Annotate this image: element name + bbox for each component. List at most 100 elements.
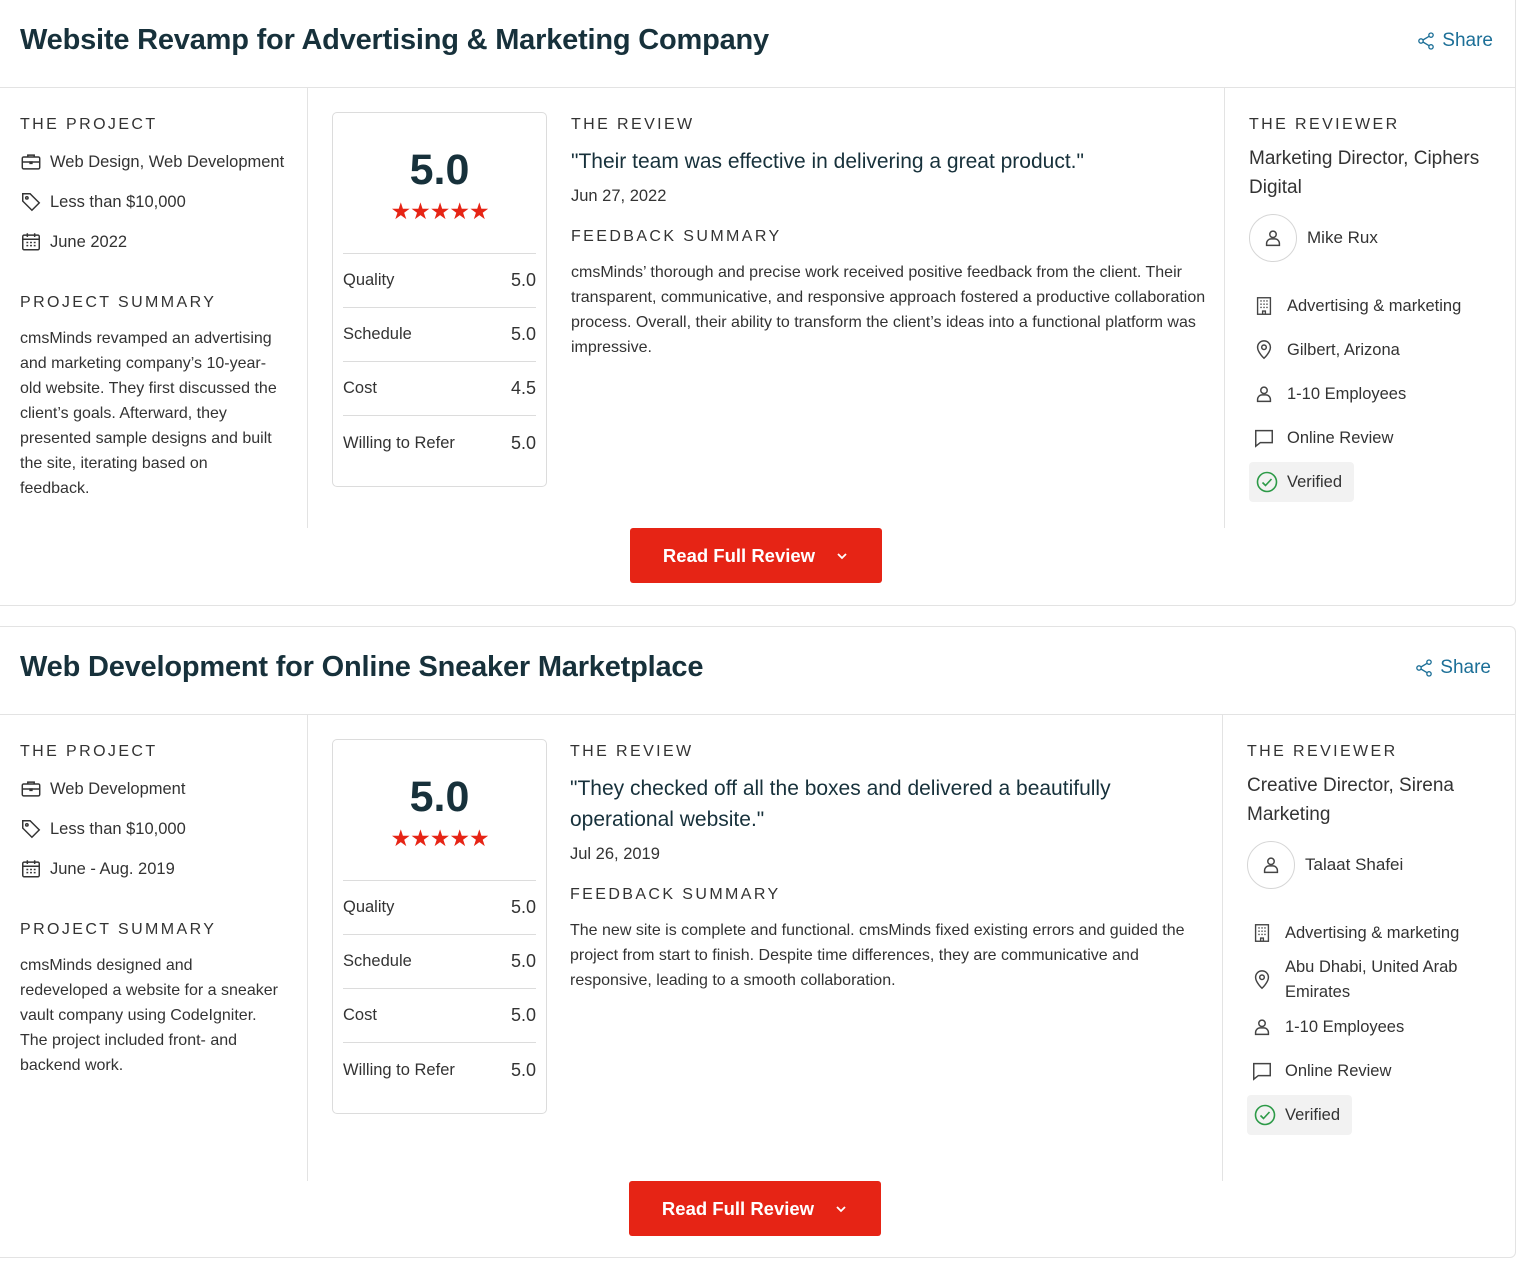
- verified-badge: Verified: [1249, 462, 1355, 502]
- project-services: Web Design, Web Development: [20, 142, 300, 182]
- divider: [1222, 715, 1223, 1181]
- rating-row-refer: Willing to Refer 5.0: [343, 432, 536, 453]
- star-icon: ★: [410, 825, 431, 851]
- review-label: THE REVIEW: [570, 743, 694, 760]
- divider: [307, 88, 308, 528]
- star-icon: ★: [449, 198, 470, 224]
- star-icon: ★: [429, 825, 451, 851]
- star-icon: ★: [410, 198, 431, 224]
- avatar: [1249, 214, 1297, 262]
- review-column: THE REVIEW "Their team was effective in …: [571, 116, 1211, 360]
- review-card-header: Website Revamp for Advertising & Marketi…: [0, 0, 1515, 88]
- verified-badge: Verified: [1247, 1095, 1353, 1135]
- divider: [307, 715, 308, 1181]
- project-summary: cmsMinds revamped an advertising and mar…: [20, 330, 277, 497]
- reviewer-review-type: Online Review: [1249, 416, 1509, 460]
- reviewer-person: Mike Rux: [1249, 214, 1509, 262]
- chevron-down-icon: [837, 552, 847, 559]
- user-icon: [1256, 386, 1272, 403]
- rating-box: 5.0 ★★★★★ Quality 5.0 Schedule 5.0 Cost 5.0…: [332, 739, 547, 1114]
- reviewer-name: Mike Rux: [1307, 228, 1378, 247]
- calendar-icon: [22, 860, 40, 878]
- project-summary-label: PROJECT SUMMARY: [20, 921, 217, 938]
- project-budget: Less than $10,000: [20, 182, 300, 222]
- reviewer-review-type: Online Review: [1247, 1049, 1507, 1093]
- project-label: THE PROJECT: [20, 116, 158, 133]
- share-label: Share: [1440, 657, 1491, 678]
- project-summary: cmsMinds designed and redeveloped a webs…: [20, 957, 278, 1074]
- share-label: Share: [1442, 30, 1493, 51]
- overall-rating: 5.0: [409, 773, 470, 821]
- tag-icon: [22, 193, 41, 212]
- star-rating: ★★★★★: [343, 199, 536, 223]
- rating-row-schedule: Schedule 5.0: [343, 935, 536, 989]
- review-date: Jun 27, 2022: [571, 187, 667, 205]
- rating-box: 5.0 ★★★★★ Quality 5.0 Schedule 5.0 Cost 4.5…: [332, 112, 547, 487]
- user-icon: [1263, 857, 1279, 874]
- reviewer-company-size: 1-10 Employees: [1249, 372, 1509, 416]
- feedback-summary: cmsMinds’ thorough and precise work rece…: [571, 264, 1206, 356]
- reviewer-role: Creative Director, Sirena Marketing: [1247, 775, 1454, 825]
- review-card: Website Revamp for Advertising & Marketi…: [0, 0, 1516, 606]
- user-icon: [1265, 230, 1281, 247]
- rating-row-quality: Quality 5.0: [343, 881, 536, 935]
- star-icon: ★: [449, 825, 470, 851]
- check-circle-icon: [1254, 1104, 1276, 1126]
- project-column: THE PROJECT Web Development Less than $1…: [20, 743, 300, 1078]
- calendar-icon: [22, 233, 40, 251]
- star-icon: ★: [468, 825, 490, 851]
- review-column: THE REVIEW "They checked off all the box…: [570, 743, 1210, 993]
- rating-row-schedule: Schedule 5.0: [343, 308, 536, 362]
- overall-rating: 5.0: [409, 146, 470, 194]
- reviewer-label: THE REVIEWER: [1247, 743, 1398, 760]
- location-pin-icon: [1256, 340, 1272, 360]
- read-full-review-button[interactable]: Read Full Review: [630, 528, 882, 583]
- read-full-review-button[interactable]: Read Full Review: [629, 1181, 881, 1236]
- review-card: Web Development for Online Sneaker Marke…: [0, 626, 1516, 1258]
- chevron-down-icon: [836, 1205, 846, 1212]
- tag-icon: [22, 820, 41, 839]
- review-card-header: Web Development for Online Sneaker Marke…: [0, 627, 1515, 715]
- review-title: Web Development for Online Sneaker Marke…: [20, 651, 704, 683]
- rating-row-cost: Cost 5.0: [343, 989, 536, 1043]
- feedback-summary-label: FEEDBACK SUMMARY: [570, 886, 781, 903]
- review-quote: "Their team was effective in delivering …: [571, 150, 1084, 173]
- reviewer-role: Marketing Director, Ciphers Digital: [1249, 148, 1480, 198]
- briefcase-icon: [21, 781, 41, 797]
- reviewer-company-size: 1-10 Employees: [1247, 1005, 1507, 1049]
- share-button[interactable]: Share: [1414, 657, 1491, 679]
- star-rating: ★★★★★: [343, 826, 536, 850]
- share-button[interactable]: Share: [1416, 30, 1493, 52]
- rating-row-refer: Willing to Refer 5.0: [343, 1059, 536, 1080]
- project-label: THE PROJECT: [20, 743, 158, 760]
- project-services: Web Development: [20, 769, 300, 809]
- chat-bubble-icon: [1255, 429, 1273, 448]
- reviewer-person: Talaat Shafei: [1247, 841, 1507, 889]
- reviewer-column: THE REVIEWER Marketing Director, Ciphers…: [1249, 116, 1509, 502]
- project-timeline: June 2022: [20, 222, 300, 262]
- star-icon: ★: [468, 198, 490, 224]
- reviewer-industry: Advertising & marketing: [1247, 911, 1507, 955]
- rating-row-quality: Quality 5.0: [343, 254, 536, 308]
- avatar: [1247, 841, 1295, 889]
- building-icon: [1256, 297, 1272, 315]
- building-icon: [1254, 924, 1270, 942]
- feedback-summary: The new site is complete and functional.…: [570, 922, 1185, 989]
- review-title: Website Revamp for Advertising & Marketi…: [20, 24, 769, 56]
- review-date: Jul 26, 2019: [570, 845, 660, 863]
- divider: [1224, 88, 1225, 528]
- briefcase-icon: [21, 154, 41, 170]
- check-circle-icon: [1256, 471, 1278, 493]
- project-budget: Less than $10,000: [20, 809, 300, 849]
- rating-row-cost: Cost 4.5: [343, 362, 536, 416]
- chat-bubble-icon: [1253, 1062, 1271, 1081]
- location-pin-icon: [1254, 970, 1270, 990]
- star-icon: ★: [390, 825, 411, 851]
- share-icon: [1416, 659, 1433, 677]
- star-icon: ★: [429, 198, 451, 224]
- project-summary-label: PROJECT SUMMARY: [20, 294, 217, 311]
- review-label: THE REVIEW: [571, 116, 695, 133]
- reviewer-column: THE REVIEWER Creative Director, Sirena M…: [1247, 743, 1507, 1135]
- star-icon: ★: [390, 198, 411, 224]
- feedback-summary-label: FEEDBACK SUMMARY: [571, 228, 782, 245]
